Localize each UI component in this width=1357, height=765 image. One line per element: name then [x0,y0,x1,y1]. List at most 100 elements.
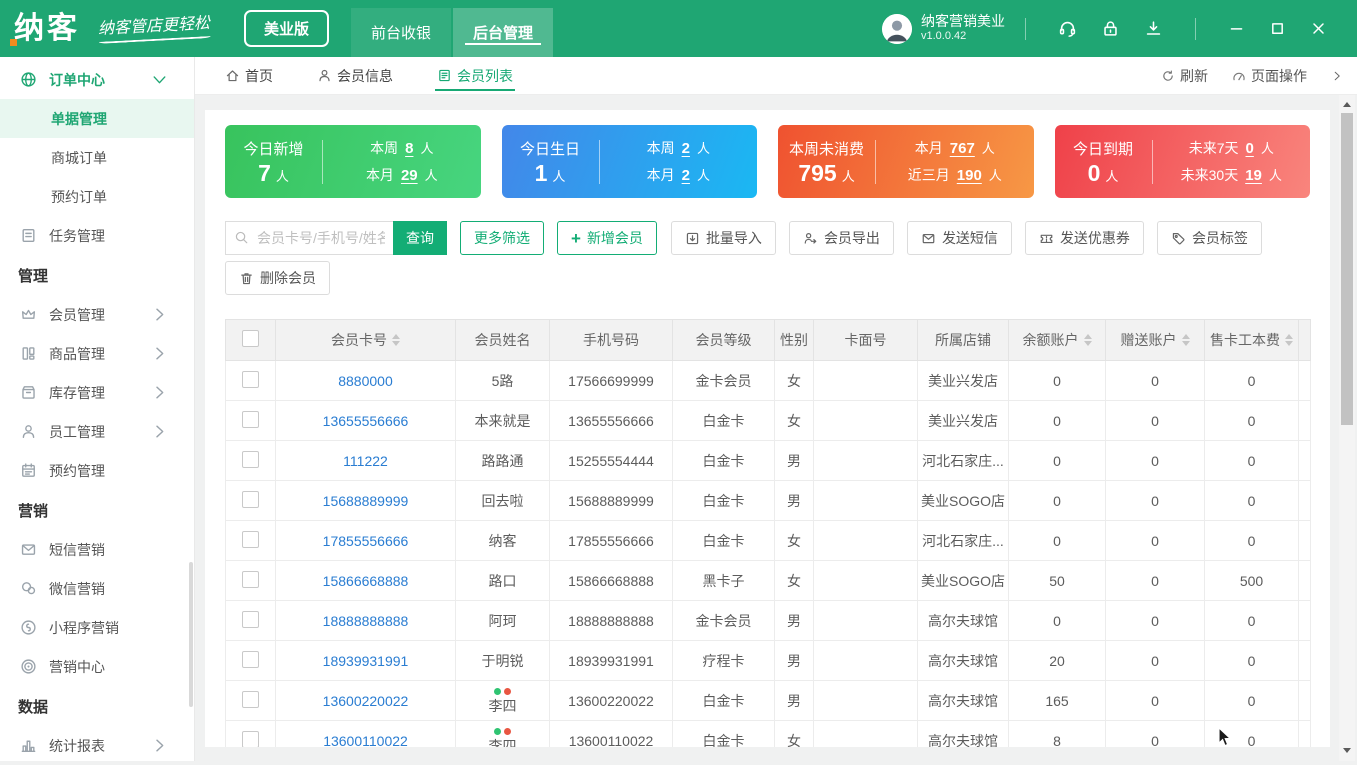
vertical-scrollbar[interactable] [1339,95,1355,761]
stat-card-value-row: 1人 [535,162,566,185]
row-checkbox[interactable] [242,650,259,668]
send-coupon-button[interactable]: 发送优惠券 [1024,221,1144,255]
page-ops-button[interactable]: 页面操作 [1232,66,1307,86]
maximize-button[interactable] [1270,21,1285,36]
cell-card_face [813,640,918,681]
sidebar-item-booking-orders[interactable]: 预约订单 [0,177,194,216]
row-checkbox[interactable] [242,530,259,548]
member-card-link[interactable]: 18888888888 [323,613,409,629]
column-header-card_fee[interactable]: 售卡工本费 [1204,319,1299,361]
sidebar-item-report-stats[interactable]: 统计报表 [0,726,194,765]
select-all-cell [225,319,276,361]
column-header-card_no[interactable]: 会员卡号 [275,319,456,361]
sidebar-item-staff-manage[interactable]: 员工管理 [0,412,194,451]
sort-icon[interactable] [392,334,400,346]
column-header-gift[interactable]: 赠送账户 [1105,319,1205,361]
filler-cell [1298,400,1311,441]
member-card-link[interactable]: 13600220022 [323,693,409,709]
scroll-down-button[interactable] [1339,743,1355,757]
sidebar-item-bill-manage[interactable]: 单据管理 [0,99,194,138]
row-select-cell [225,480,276,521]
tab-member-info[interactable]: 会员信息 [317,57,393,94]
sort-icon[interactable] [1083,334,1092,346]
sidebar-item-product-manage[interactable]: 商品管理 [0,334,194,373]
sidebar-item-inventory-manage[interactable]: 库存管理 [0,373,194,412]
column-header-inner: 性别 [780,330,808,350]
titlebar-tab-backend-manage[interactable]: 后台管理 [453,8,554,57]
add-member-button[interactable]: + 新增会员 [557,221,657,255]
row-checkbox[interactable] [242,690,259,708]
query-button[interactable]: 查询 [393,221,447,255]
sidebar-item-sms-marketing[interactable]: 短信营销 [0,530,194,569]
refresh-icon [1161,69,1175,83]
column-label: 所属店铺 [935,332,991,348]
column-header-balance[interactable]: 余额账户 [1008,319,1106,361]
download-icon[interactable] [1144,19,1163,38]
stat-card-value-row: 795 人 [798,162,854,185]
sidebar-item-miniprogram-marketing[interactable]: 小程序营销 [0,608,194,647]
page-tab-bar: 首页 会员信息 会员列表 刷新 页面操作 [195,57,1357,95]
export-member-button[interactable]: 会员导出 [788,221,894,255]
batch-import-button[interactable]: 批量导入 [670,221,776,255]
sidebar-item-label: 营销中心 [49,658,105,675]
cell-store: 美业兴发店 [917,400,1009,441]
row-checkbox[interactable] [242,410,259,428]
delete-member-label: 删除会员 [260,270,316,286]
sort-icon[interactable] [1285,334,1293,346]
sort-icon[interactable] [1181,334,1190,346]
row-checkbox[interactable] [242,450,259,468]
delete-member-button[interactable]: 删除会员 [225,261,330,295]
sidebar-scrollbar-thumb[interactable] [189,562,193,707]
cell-card_no: 111222 [275,440,456,481]
lock-icon[interactable] [1101,19,1120,38]
row-checkbox[interactable] [242,610,259,628]
tab-home[interactable]: 首页 [225,57,273,94]
cell-gift: 0 [1105,680,1205,721]
sidebar-item-wechat-marketing[interactable]: 微信营销 [0,569,194,608]
minimize-button[interactable] [1229,21,1244,36]
app-logo-text: 纳客 [14,11,80,45]
stat-detail-value: 190 [956,167,982,184]
member-tag-button[interactable]: 会员标签 [1156,221,1262,255]
select-all-checkbox[interactable] [242,330,259,347]
row-select-cell [225,400,276,441]
member-card-link[interactable]: 15866668888 [323,573,409,589]
member-card-link[interactable]: 13600110022 [323,733,408,748]
scrollbar-thumb[interactable] [1341,113,1353,425]
stat-card-details: 未来7天 0 人未来30天 19 人 [1153,138,1310,185]
row-checkbox[interactable] [242,730,259,747]
scroll-up-button[interactable] [1339,97,1355,111]
cell-balance: 165 [1008,680,1106,721]
member-card-link[interactable]: 15688889999 [323,493,409,509]
row-checkbox[interactable] [242,490,259,508]
search-input[interactable] [225,221,393,255]
member-card-link[interactable]: 17855556666 [323,533,409,549]
customer-service-icon[interactable] [1058,19,1077,38]
row-checkbox[interactable] [242,370,259,388]
cell-card_no: 18939931991 [275,640,456,681]
member-card-link[interactable]: 111222 [343,453,388,469]
close-button[interactable] [1311,21,1326,36]
row-checkbox[interactable] [242,570,259,588]
sidebar-item-member-manage[interactable]: 会员管理 [0,295,194,334]
send-sms-button[interactable]: 发送短信 [906,221,1012,255]
stat-card-main: 今日新增 7 人 [225,138,322,185]
tab-member-list[interactable]: 会员列表 [435,57,515,94]
sidebar-item-task-manage[interactable]: 任务管理 [0,216,194,255]
more-filter-button[interactable]: 更多筛选 [460,221,544,255]
sidebar-item-mall-orders[interactable]: 商城订单 [0,138,194,177]
column-header-inner: 售卡工本费 [1210,330,1293,350]
sidebar-item-marketing-center[interactable]: 营销中心 [0,647,194,686]
sidebar-item-order-center[interactable]: 订单中心 [0,60,194,99]
cell-card_no: 15866668888 [275,560,456,601]
titlebar-tab-front-cashier[interactable]: 前台收银 [351,8,452,57]
stat-card-details: 本周 8 人本月 29 人 [323,138,480,185]
member-card-link[interactable]: 13655556666 [323,413,409,429]
member-card-link[interactable]: 18939931991 [323,653,409,669]
sidebar-item-booking-manage[interactable]: 预约管理 [0,451,194,490]
chevron-right-icon[interactable] [1331,70,1343,82]
sidebar-item-label: 任务管理 [49,227,105,244]
stat-detail-unit: 人 [988,168,1002,183]
refresh-button[interactable]: 刷新 [1161,66,1208,86]
member-card-link[interactable]: 8880000 [338,373,393,389]
